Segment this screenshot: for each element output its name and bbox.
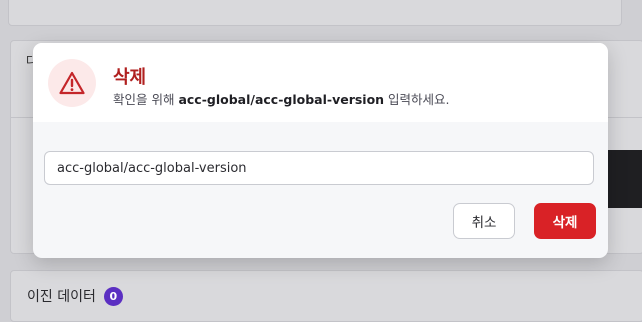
background-top-card [8, 0, 622, 26]
dialog-desc-target: acc-global/acc-global-version [178, 92, 385, 107]
dialog-desc-suffix: 입력하세요. [384, 92, 450, 107]
dialog-title: 삭제 [113, 67, 147, 88]
dialog-description: 확인을 위해 acc-global/acc-global-version 입력하… [113, 89, 450, 108]
dialog-desc-prefix: 확인을 위해 [113, 92, 179, 107]
migration-count-badge: 0 [103, 286, 123, 306]
confirm-name-input[interactable] [44, 151, 594, 185]
delete-button[interactable]: 삭제 [534, 203, 596, 239]
migration-data-header: 이진 데이터 0 [27, 286, 123, 306]
cancel-button[interactable]: 취소 [453, 203, 515, 239]
dialog-header: 삭제 확인을 위해 acc-global/acc-global-version … [33, 43, 608, 122]
migration-data-label: 이진 데이터 [27, 289, 96, 305]
warning-icon-wrapper [48, 59, 96, 107]
delete-confirm-dialog: 삭제 확인을 위해 acc-global/acc-global-version … [33, 43, 608, 258]
warning-triangle-icon [59, 71, 85, 95]
background-dark-panel [608, 150, 642, 208]
